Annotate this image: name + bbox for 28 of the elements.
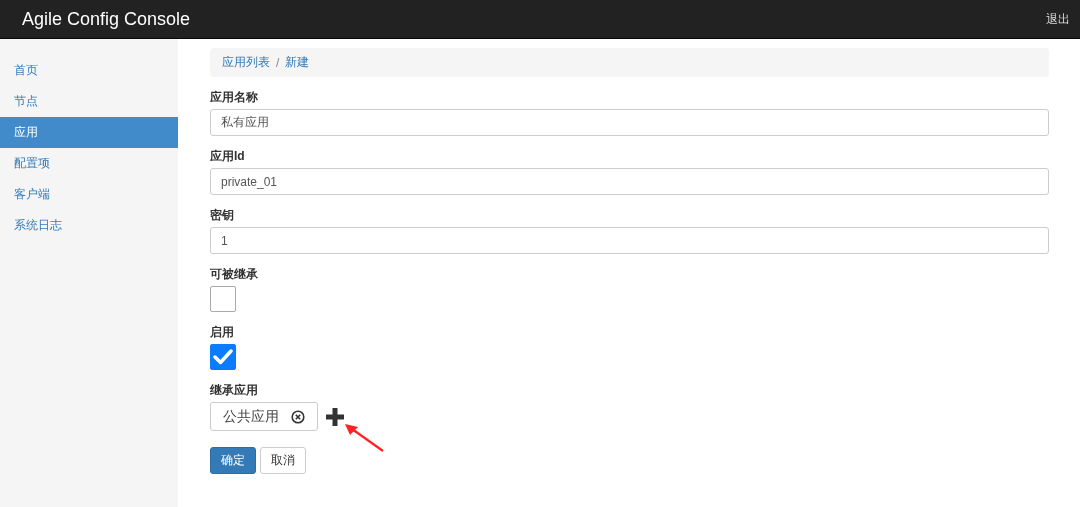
sidebar-item[interactable]: 应用 [0, 117, 178, 148]
app-title: Agile Config Console [22, 8, 191, 30]
breadcrumb-link[interactable]: 应用列表 [222, 54, 270, 71]
input-field[interactable]: private_01 [210, 168, 1049, 195]
input-field[interactable]: 1 [210, 227, 1049, 254]
annotation-arrow [345, 424, 384, 452]
field-label: 可被继承 [210, 267, 258, 281]
checkbox[interactable] [210, 286, 236, 312]
field-label: 继承应用 [210, 383, 258, 397]
confirm-button[interactable]: 确定 [210, 447, 256, 474]
add-icon[interactable] [326, 407, 344, 426]
remove-icon[interactable] [291, 409, 305, 424]
sidebar-item[interactable]: 节点 [0, 86, 178, 117]
field-label: 密钥 [210, 208, 234, 222]
sidebar-item[interactable]: 系统日志 [0, 210, 178, 241]
field-label: 应用名称 [210, 90, 258, 104]
logout-link[interactable]: 退出 [1046, 10, 1070, 28]
breadcrumb-link[interactable]: 新建 [285, 54, 310, 71]
field-label: 启用 [210, 325, 234, 339]
checkbox[interactable] [210, 344, 236, 370]
field-label: 应用Id [210, 149, 245, 163]
sidebar-item[interactable]: 配置项 [0, 148, 178, 179]
sidebar-item[interactable]: 首页 [0, 55, 178, 86]
cancel-button[interactable]: 取消 [260, 447, 306, 474]
tag-label: 公共应用 [223, 407, 279, 426]
sidebar-item[interactable]: 客户端 [0, 179, 178, 210]
input-field[interactable]: 私有应用 [210, 109, 1049, 136]
breadcrumb-separator: / [276, 55, 280, 70]
